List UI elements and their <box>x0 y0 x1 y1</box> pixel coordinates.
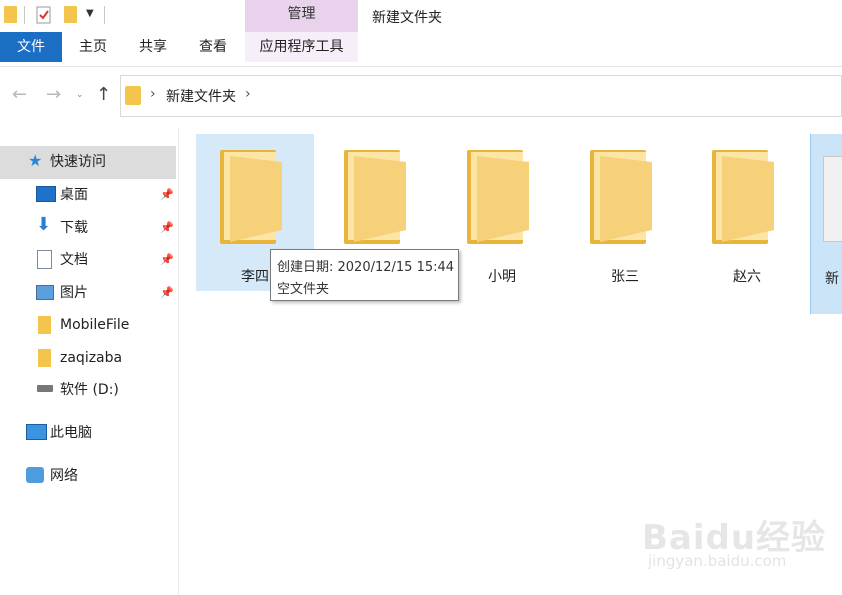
sidebar-item-documents[interactable]: 文档 <box>60 248 88 272</box>
sidebar-item-network[interactable]: 网络 <box>50 464 78 488</box>
divider <box>0 66 842 67</box>
sidebar-item-pictures[interactable]: 图片 <box>60 281 88 305</box>
sidebar-item-zaqizaba[interactable]: zaqizaba <box>60 346 122 370</box>
tooltip-description: 空文件夹 <box>277 282 330 297</box>
arrow-left-icon[interactable]: ← <box>12 84 27 105</box>
chevron-down-icon[interactable]: ▼ <box>86 8 94 19</box>
context-tab-group: 管理 <box>245 0 358 32</box>
folder-item[interactable]: 新 <box>810 134 842 314</box>
arrow-right-icon[interactable]: → <box>46 84 61 105</box>
new-folder-icon[interactable] <box>64 6 77 23</box>
network-icon <box>26 467 44 483</box>
folder-icon <box>344 150 406 244</box>
pin-icon[interactable]: 📌 <box>160 286 174 299</box>
desktop-icon <box>36 186 56 202</box>
folder-icon <box>220 150 282 244</box>
divider <box>178 128 179 595</box>
tab-home[interactable]: 主页 <box>70 32 116 62</box>
context-group-label: 管理 <box>287 6 316 22</box>
download-icon: ⬇ <box>36 214 52 235</box>
folder-name: 新 <box>825 271 839 287</box>
folder-item[interactable]: 赵六 <box>688 134 806 291</box>
tab-share[interactable]: 共享 <box>130 32 176 62</box>
window-title: 新建文件夹 <box>372 10 442 26</box>
folder-icon <box>38 349 51 367</box>
tab-app-tools[interactable]: 应用程序工具 <box>245 32 358 62</box>
properties-icon[interactable] <box>36 5 52 25</box>
chevron-down-icon[interactable]: ⌄ <box>76 90 84 100</box>
separator <box>104 6 105 24</box>
file-icon <box>823 156 842 242</box>
arrow-up-icon[interactable]: ↑ <box>96 84 111 105</box>
watermark-url: jingyan.baidu.com <box>648 552 787 570</box>
sidebar-item-drive-d[interactable]: 软件 (D:) <box>60 378 119 402</box>
sidebar-item-desktop[interactable]: 桌面 <box>60 183 88 207</box>
breadcrumb[interactable]: 新建文件夹 <box>166 86 236 106</box>
folder-name: 小明 <box>488 269 516 285</box>
folder-icon <box>590 150 652 244</box>
pin-icon[interactable]: 📌 <box>160 188 174 201</box>
sidebar-item-this-pc[interactable]: 此电脑 <box>50 421 92 445</box>
sidebar-item-label: 快速访问 <box>50 154 106 170</box>
chevron-right-icon[interactable]: › <box>150 86 156 102</box>
folder-icon <box>712 150 774 244</box>
tab-file[interactable]: 文件 <box>0 32 62 62</box>
drive-icon <box>37 385 53 392</box>
computer-icon <box>26 424 47 440</box>
sidebar-item-mobilefile[interactable]: MobileFile <box>60 313 129 337</box>
folder-name: 赵六 <box>733 269 761 285</box>
document-icon <box>37 250 52 269</box>
folder-item[interactable]: 张三 <box>566 134 684 291</box>
pin-icon[interactable]: 📌 <box>160 253 174 266</box>
folder-item[interactable]: 小明 <box>443 134 561 291</box>
star-icon: ★ <box>28 151 43 170</box>
picture-icon <box>36 285 54 300</box>
pin-icon[interactable]: 📌 <box>160 221 174 234</box>
folder-icon[interactable] <box>4 6 17 23</box>
folder-icon <box>125 86 141 105</box>
chevron-right-icon[interactable]: › <box>245 86 251 102</box>
sidebar-item-downloads[interactable]: 下载 <box>60 216 88 240</box>
folder-icon <box>467 150 529 244</box>
folder-icon <box>38 316 51 334</box>
tab-view[interactable]: 查看 <box>190 32 236 62</box>
tooltip-created-date: 创建日期: 2020/12/15 15:44 <box>277 260 455 275</box>
folder-name: 张三 <box>611 269 639 285</box>
separator <box>24 6 25 24</box>
tooltip: 创建日期: 2020/12/15 15:44 空文件夹 <box>270 249 459 301</box>
